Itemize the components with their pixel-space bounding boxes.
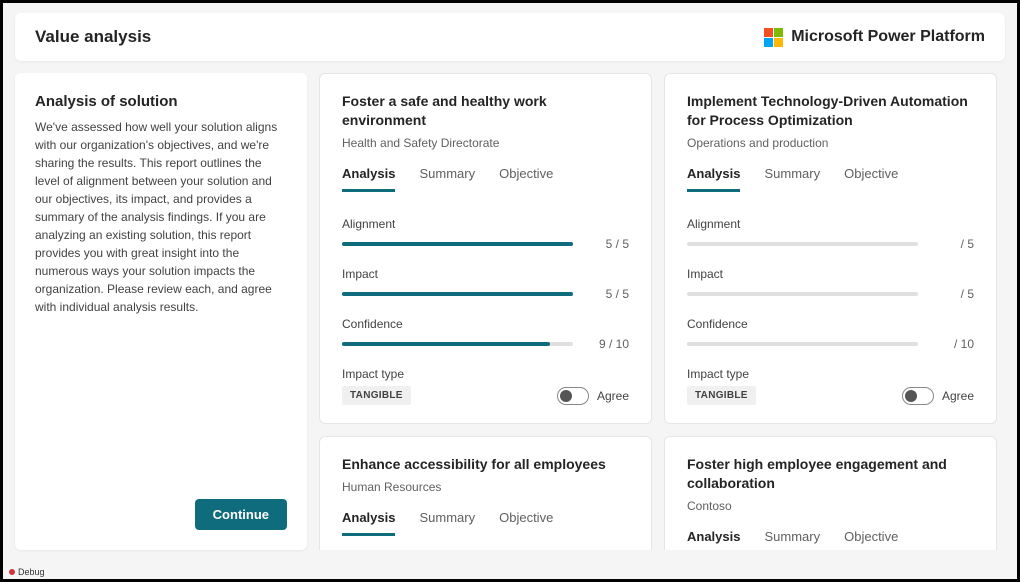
card-title: Foster high employee engagement and coll… (687, 455, 974, 493)
continue-button[interactable]: Continue (195, 499, 287, 530)
impact-label: Impact (687, 267, 974, 281)
impact-bar (687, 292, 918, 296)
objective-card: Enhance accessibility for all employees … (319, 436, 652, 550)
tab-summary[interactable]: Summary (419, 510, 475, 536)
agree-toggle[interactable] (902, 387, 934, 405)
impact-type-row: Impact type TANGIBLE Agree (687, 367, 974, 405)
left-panel: Analysis of solution We've assessed how … (15, 73, 307, 550)
impact-type-badge: TANGIBLE (687, 386, 756, 405)
card-tabs: Analysis Summary Objective (687, 529, 974, 550)
content-area: Analysis of solution We've assessed how … (3, 61, 1017, 562)
header-bar: Value analysis Microsoft Power Platform (15, 13, 1005, 61)
debug-label: Debug (18, 567, 45, 577)
tab-analysis[interactable]: Analysis (687, 166, 740, 192)
impact-value: / 5 (930, 287, 974, 301)
card-subtitle: Human Resources (342, 480, 629, 494)
confidence-metric: Confidence / 10 (687, 317, 974, 351)
tab-analysis[interactable]: Analysis (342, 510, 395, 536)
impact-metric: Impact 5 / 5 (342, 267, 629, 301)
tab-summary[interactable]: Summary (764, 166, 820, 192)
card-subtitle: Contoso (687, 499, 974, 513)
alignment-label: Alignment (687, 217, 974, 231)
card-tabs: Analysis Summary Objective (342, 166, 629, 193)
impact-type-badge: TANGIBLE (342, 386, 411, 405)
objective-card: Foster a safe and healthy work environme… (319, 73, 652, 424)
card-title: Enhance accessibility for all employees (342, 455, 629, 474)
impact-type-row: Impact type TANGIBLE Agree (342, 367, 629, 405)
objective-card: Implement Technology-Driven Automation f… (664, 73, 997, 424)
tab-objective[interactable]: Objective (499, 166, 553, 192)
card-tabs: Analysis Summary Objective (342, 510, 629, 537)
card-tabs: Analysis Summary Objective (687, 166, 974, 193)
confidence-value: 9 / 10 (585, 337, 629, 351)
alignment-value: / 5 (930, 237, 974, 251)
microsoft-logo-icon (764, 28, 783, 47)
impact-type-label: Impact type (342, 367, 411, 381)
tab-objective[interactable]: Objective (844, 529, 898, 550)
alignment-bar (342, 242, 573, 246)
cards-scroll-area[interactable]: Foster a safe and healthy work environme… (319, 73, 1005, 550)
alignment-value: 5 / 5 (585, 237, 629, 251)
page-title: Value analysis (35, 27, 151, 47)
objective-card: Foster high employee engagement and coll… (664, 436, 997, 550)
tab-analysis[interactable]: Analysis (342, 166, 395, 192)
brand-text: Microsoft Power Platform (791, 28, 985, 46)
confidence-metric: Confidence 9 / 10 (342, 317, 629, 351)
tab-summary[interactable]: Summary (764, 529, 820, 550)
tab-objective[interactable]: Objective (499, 510, 553, 536)
analysis-description: We've assessed how well your solution al… (35, 118, 287, 499)
agree-label: Agree (942, 389, 974, 403)
impact-metric: Impact / 5 (687, 267, 974, 301)
alignment-bar (687, 242, 918, 246)
confidence-label: Confidence (342, 317, 629, 331)
card-subtitle: Health and Safety Directorate (342, 136, 629, 150)
alignment-metric: Alignment / 5 (687, 217, 974, 251)
agree-toggle[interactable] (557, 387, 589, 405)
analysis-heading: Analysis of solution (35, 93, 287, 110)
impact-bar (342, 292, 573, 296)
debug-indicator: Debug (9, 567, 45, 577)
impact-type-label: Impact type (687, 367, 756, 381)
cards-grid: Foster a safe and healthy work environme… (319, 73, 997, 550)
card-title: Implement Technology-Driven Automation f… (687, 92, 974, 130)
tab-summary[interactable]: Summary (419, 166, 475, 192)
alignment-metric: Alignment 5 / 5 (342, 217, 629, 251)
alignment-label: Alignment (342, 217, 629, 231)
confidence-bar (342, 342, 573, 346)
confidence-bar (687, 342, 918, 346)
confidence-value: / 10 (930, 337, 974, 351)
confidence-label: Confidence (687, 317, 974, 331)
card-subtitle: Operations and production (687, 136, 974, 150)
tab-analysis[interactable]: Analysis (687, 529, 740, 550)
agree-label: Agree (597, 389, 629, 403)
debug-dot-icon (9, 569, 15, 575)
impact-label: Impact (342, 267, 629, 281)
tab-objective[interactable]: Objective (844, 166, 898, 192)
brand: Microsoft Power Platform (764, 28, 985, 47)
card-title: Foster a safe and healthy work environme… (342, 92, 629, 130)
impact-value: 5 / 5 (585, 287, 629, 301)
